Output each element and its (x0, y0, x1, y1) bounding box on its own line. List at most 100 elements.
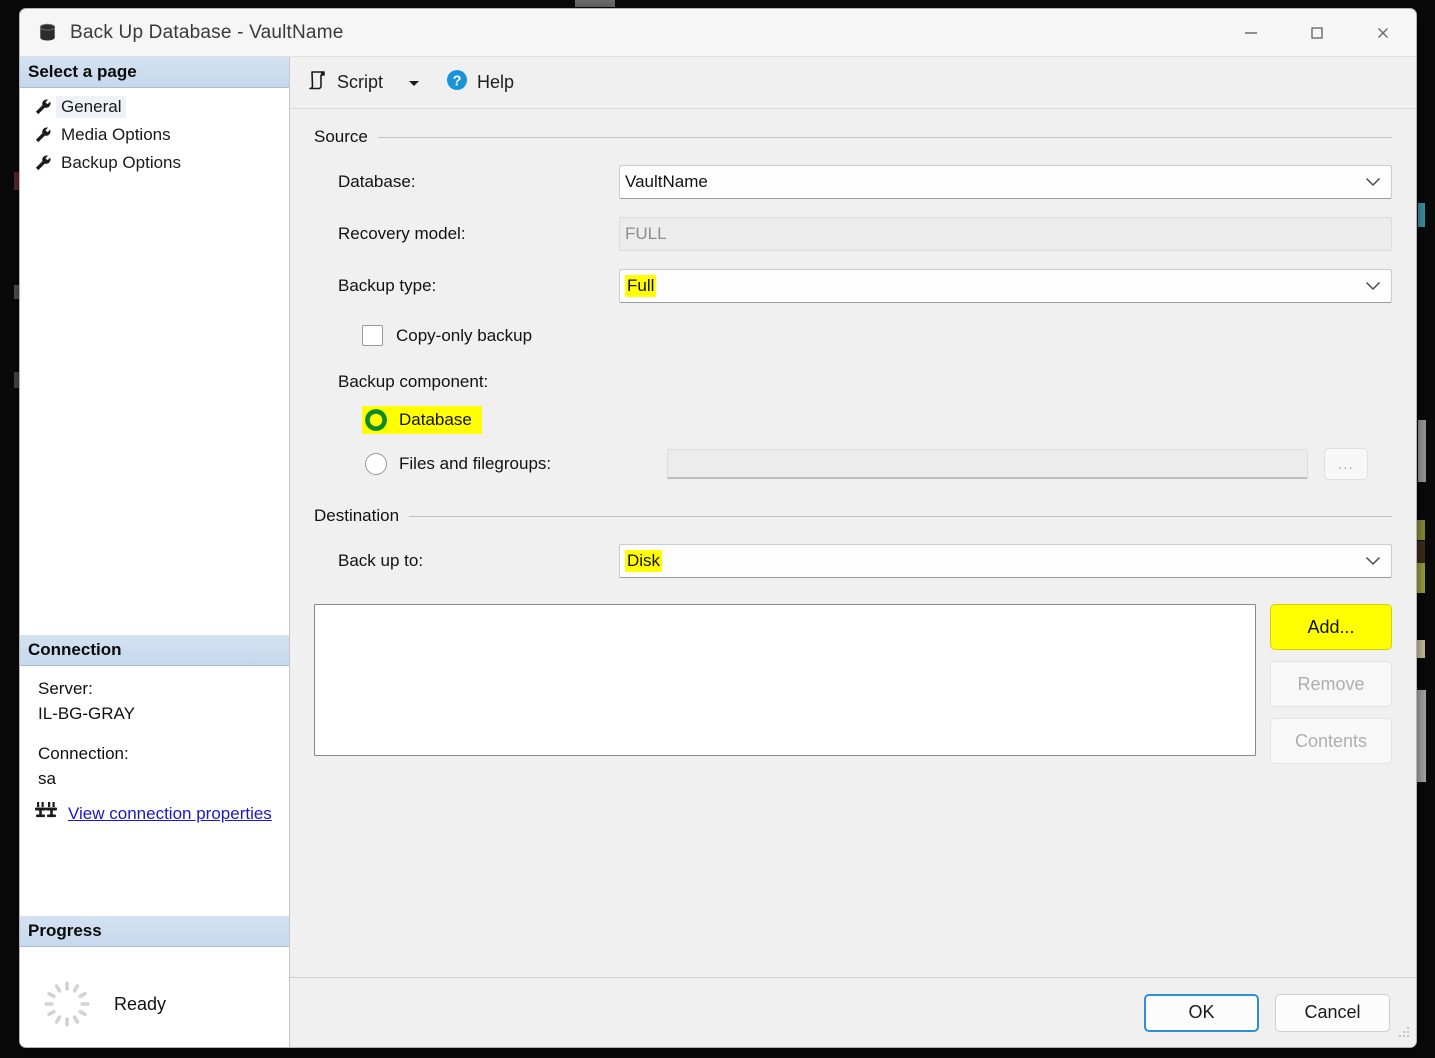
background-fragment (1417, 520, 1425, 540)
ok-button[interactable]: OK (1144, 993, 1259, 1032)
close-button[interactable] (1350, 9, 1416, 56)
backup-component-files-wrap[interactable]: Files and filegroups: (362, 450, 667, 478)
copy-only-backup-checkbox[interactable] (362, 325, 383, 346)
sidebar-item-label: General (56, 96, 127, 118)
contents-button: Contents (1270, 718, 1392, 764)
cancel-button[interactable]: Cancel (1275, 993, 1390, 1032)
dialog-footer: OK Cancel (290, 977, 1416, 1047)
connection-plug-icon (34, 801, 58, 826)
background-fragment (1417, 563, 1425, 593)
sidebar-item-media-options[interactable]: Media Options (20, 121, 289, 149)
destination-area: Add... Remove Contents (314, 604, 1392, 775)
progress-header: Progress (20, 916, 289, 947)
backup-component-label: Backup component: (338, 372, 489, 391)
backup-component-files-radio[interactable] (365, 453, 387, 475)
background-fragment (1417, 690, 1426, 782)
destination-group-header: Destination (314, 506, 1392, 526)
connection-value: sa (38, 768, 56, 788)
recovery-model-row: Recovery model: FULL (314, 217, 1392, 251)
minimize-button[interactable] (1218, 9, 1284, 56)
divider (377, 136, 1392, 138)
connection-panel: Server: IL-BG-GRAY Connection: sa View c… (20, 666, 289, 840)
view-connection-properties-row[interactable]: View connection properties (20, 791, 289, 826)
server-label: Server: (38, 679, 93, 698)
left-pane: Select a page General Media Options Back… (20, 57, 290, 1047)
view-connection-properties-link[interactable]: View connection properties (68, 804, 272, 824)
files-filegroups-browse-button[interactable]: ... (1324, 448, 1368, 480)
resize-grip-icon[interactable] (1397, 1025, 1411, 1044)
add-button[interactable]: Add... (1270, 604, 1392, 650)
backup-to-value: Disk (625, 550, 663, 572)
destination-list[interactable] (314, 604, 1256, 756)
wrench-icon (34, 154, 56, 172)
destination-group-title: Destination (314, 506, 400, 525)
backup-to-label: Back up to: (338, 551, 424, 570)
database-value: VaultName (625, 172, 708, 191)
background-fragment (1417, 640, 1425, 658)
database-label: Database: (338, 172, 416, 191)
background-fragment (1418, 203, 1425, 227)
backup-type-select[interactable]: Full (619, 269, 1392, 303)
script-page-icon (307, 69, 329, 96)
recovery-model-value: FULL (619, 217, 1392, 251)
sidebar-item-backup-options[interactable]: Backup Options (20, 149, 289, 177)
remove-button: Remove (1270, 661, 1392, 707)
wrench-icon (34, 126, 56, 144)
progress-status: Ready (114, 993, 167, 1014)
backup-component-database-radio[interactable] (365, 409, 387, 431)
background-fragment (1418, 420, 1426, 482)
backup-to-control: Disk (619, 544, 1392, 578)
toolbar: Script ? Help (290, 57, 1416, 109)
recovery-model-control: FULL (619, 217, 1392, 251)
files-filegroups-input[interactable] (667, 449, 1308, 479)
script-label: Script (337, 72, 384, 92)
database-select[interactable]: VaultName (619, 165, 1392, 199)
window-controls (1218, 9, 1416, 56)
database-icon (36, 22, 58, 44)
destination-buttons: Add... Remove Contents (1270, 604, 1392, 775)
backup-component-database-wrap[interactable]: Database (362, 406, 482, 434)
copy-only-backup-row[interactable]: Copy-only backup (314, 325, 1392, 346)
loading-spinner-icon (42, 979, 92, 1029)
background-fragment (1417, 541, 1425, 563)
progress-panel: Ready (20, 947, 289, 1047)
general-page-content: Source Database: VaultName Recovery mode… (290, 109, 1416, 977)
window-title: Back Up Database - VaultName (70, 21, 344, 43)
destination-group: Destination Back up to: Disk Add... Remo… (314, 506, 1392, 775)
sidebar-item-general[interactable]: General (20, 93, 289, 121)
connection-label: Connection: (38, 743, 129, 763)
chevron-down-icon (1365, 276, 1381, 296)
backup-to-select[interactable]: Disk (619, 544, 1392, 578)
wrench-icon (34, 98, 56, 116)
server-value: IL-BG-GRAY (38, 704, 135, 724)
backup-type-control: Full (619, 269, 1392, 303)
backup-database-dialog: Back Up Database - VaultName Select a pa… (19, 8, 1417, 1048)
database-control: VaultName (619, 165, 1392, 199)
select-a-page-header: Select a page (20, 57, 289, 88)
title-bar: Back Up Database - VaultName (20, 9, 1416, 57)
right-pane: Script ? Help Source Database: VaultName… (290, 57, 1416, 1047)
maximize-button[interactable] (1284, 9, 1350, 56)
source-group-header: Source (314, 127, 1392, 147)
script-button[interactable]: Script (302, 66, 388, 100)
help-question-icon: ? (445, 68, 469, 97)
copy-only-backup-label: Copy-only backup (396, 325, 533, 345)
backup-to-row: Back up to: Disk (314, 544, 1392, 578)
backup-component-files-row[interactable]: Files and filegroups: ... (314, 448, 1392, 480)
backup-type-value: Full (625, 275, 657, 297)
backup-component-database-row[interactable]: Database (314, 406, 1392, 434)
chevron-down-icon (1365, 172, 1381, 192)
background-fragment (575, 0, 615, 7)
dialog-body: Select a page General Media Options Back… (20, 57, 1416, 1047)
backup-type-label: Backup type: (338, 276, 437, 295)
sidebar-item-label: Media Options (61, 125, 171, 144)
backup-component-files-label: Files and filegroups: (399, 454, 552, 473)
script-dropdown-caret[interactable] (402, 66, 426, 100)
recovery-model-label: Recovery model: (338, 224, 466, 243)
source-group: Source Database: VaultName Recovery mode… (314, 127, 1392, 480)
help-button[interactable]: ? Help (440, 66, 519, 100)
connection-header: Connection (20, 635, 289, 666)
